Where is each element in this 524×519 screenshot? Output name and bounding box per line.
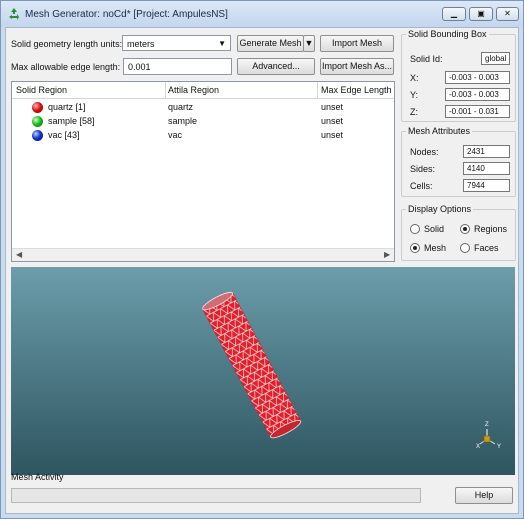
recycle-app-icon	[9, 8, 19, 20]
units-select[interactable]: meters ▼	[122, 35, 231, 51]
import-mesh-as-button[interactable]: Import Mesh As...	[320, 58, 394, 75]
blue-sphere-icon	[32, 130, 43, 141]
restore-icon: ▣	[477, 9, 485, 18]
generate-mesh-button[interactable]: Generate Mesh	[237, 35, 304, 52]
bounding-box-title: Solid Bounding Box	[406, 29, 489, 39]
mesh-radio-label[interactable]: Mesh	[424, 243, 446, 253]
close-button[interactable]: ✕	[496, 7, 519, 21]
axis-z-label: Z	[485, 422, 489, 428]
header-attila-region[interactable]: Attila Region	[168, 85, 219, 95]
table-row[interactable]: vac [43] vac unset	[12, 129, 394, 143]
solid-region-cell: sample [58]	[48, 116, 95, 126]
attila-region-cell: sample	[168, 116, 198, 126]
solid-regions-table[interactable]: Solid Region Attila Region Max Edge Leng…	[11, 81, 395, 262]
faces-radio-label[interactable]: Faces	[474, 243, 499, 253]
header-max-edge-length[interactable]: Max Edge Length	[321, 85, 392, 95]
units-value: meters	[127, 39, 155, 49]
table-header: Solid Region Attila Region Max Edge Leng…	[12, 82, 394, 99]
axis-triad-icon: Z Y X	[476, 422, 501, 450]
z-range-value: -0.001 - 0.031	[445, 105, 510, 118]
solid-region-cell: vac [43]	[48, 130, 80, 140]
mesh-activity-label: Mesh Activity	[11, 472, 64, 482]
max-edge-cell: unset	[321, 102, 344, 112]
regions-radio-label[interactable]: Regions	[474, 224, 507, 234]
advanced-button[interactable]: Advanced...	[237, 58, 315, 75]
x-label: X:	[410, 73, 419, 83]
regions-radio[interactable]	[460, 224, 470, 234]
edge-length-input[interactable]: 0.001	[123, 58, 232, 75]
x-range-value: -0.003 - 0.003	[445, 71, 510, 84]
faces-radio[interactable]	[460, 243, 470, 253]
solid-radio-label[interactable]: Solid	[424, 224, 444, 234]
mesh-attributes-group: Mesh Attributes Nodes: 2431 Sides: 4140 …	[401, 126, 516, 197]
axis-y-label: Y	[497, 444, 501, 450]
cells-value: 7944	[463, 179, 510, 192]
minimize-icon: ▁	[450, 9, 458, 18]
max-edge-cell: unset	[321, 116, 344, 126]
horizontal-scrollbar[interactable]: ◀ ▶	[12, 248, 394, 261]
y-range-value: -0.003 - 0.003	[445, 88, 510, 101]
chevron-down-icon: ▼	[218, 39, 226, 48]
window-title: Mesh Generator: noCd* [Project: AmpulesN…	[25, 9, 228, 20]
generate-mesh-dropdown[interactable]: ▼	[303, 35, 315, 52]
sides-label: Sides:	[410, 164, 436, 174]
column-divider	[165, 82, 166, 99]
solid-region-cell: quartz [1]	[48, 102, 86, 112]
solid-radio[interactable]	[410, 224, 420, 234]
mesh-3d-viewport[interactable]: Z Y X	[11, 267, 515, 475]
solid-bounding-box-group: Solid Bounding Box Solid Id: global X: -…	[401, 29, 516, 122]
mesh-rendering: Z Y X	[201, 291, 501, 450]
mesh-radio[interactable]	[410, 243, 420, 253]
mesh-progress-bar	[11, 488, 421, 503]
restore-button[interactable]: ▣	[469, 7, 493, 21]
close-icon: ✕	[504, 9, 511, 18]
max-edge-cell: unset	[321, 130, 344, 140]
mesh-generator-window: Mesh Generator: noCd* [Project: AmpulesN…	[0, 0, 524, 519]
import-mesh-button[interactable]: Import Mesh	[320, 35, 394, 52]
red-sphere-icon	[32, 102, 43, 113]
attila-region-cell: quartz	[168, 102, 194, 112]
solid-id-label: Solid Id:	[410, 54, 443, 64]
solid-id-value: global	[481, 52, 510, 65]
title-bar[interactable]: Mesh Generator: noCd* [Project: AmpulesN…	[1, 1, 523, 27]
y-label: Y:	[410, 90, 419, 100]
scroll-right-icon[interactable]: ▶	[384, 250, 390, 259]
green-sphere-icon	[32, 116, 43, 127]
units-label: Solid geometry length units:	[11, 39, 123, 49]
display-options-group: Display Options Solid Regions Mesh Faces	[401, 204, 516, 261]
attila-region-cell: vac	[168, 130, 183, 140]
minimize-button[interactable]: ▁	[442, 7, 466, 21]
table-row[interactable]: quartz [1] quartz unset	[12, 101, 394, 115]
client-area: Solid geometry length units: meters ▼ Ge…	[5, 27, 519, 514]
help-button[interactable]: Help	[455, 487, 513, 504]
chevron-down-icon: ▼	[304, 38, 314, 48]
display-options-title: Display Options	[406, 204, 474, 214]
axis-x-label: X	[476, 444, 480, 450]
column-divider	[317, 82, 318, 99]
scroll-left-icon[interactable]: ◀	[16, 250, 22, 259]
sides-value: 4140	[463, 162, 510, 175]
nodes-label: Nodes:	[410, 147, 439, 157]
header-solid-region[interactable]: Solid Region	[16, 85, 67, 95]
z-label: Z:	[410, 107, 418, 117]
table-row[interactable]: sample [58] sample unset	[12, 115, 394, 129]
mesh-attributes-title: Mesh Attributes	[406, 126, 473, 136]
cells-label: Cells:	[410, 181, 433, 191]
edge-length-label: Max allowable edge length:	[11, 62, 121, 72]
nodes-value: 2431	[463, 145, 510, 158]
